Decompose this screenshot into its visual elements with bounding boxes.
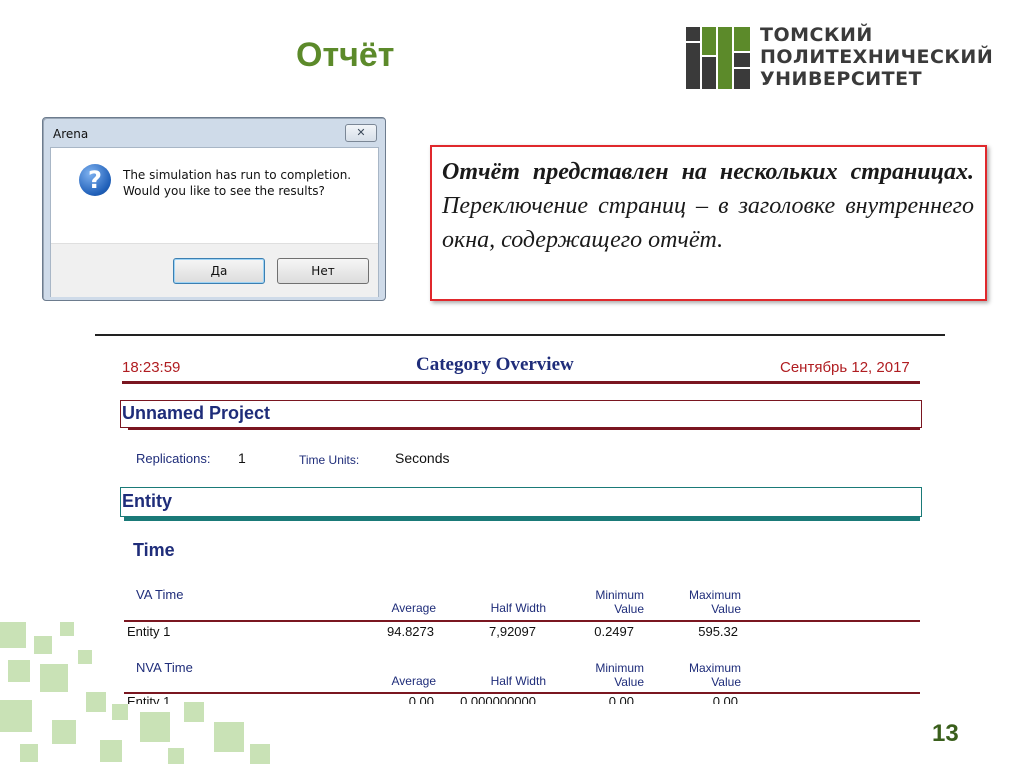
entity-rule — [124, 517, 920, 521]
entity-heading: Entity — [122, 491, 173, 511]
col-minimum-header: Minimum Value — [595, 661, 644, 689]
page-number: 13 — [932, 720, 959, 747]
col-half-width-header: Half Width — [490, 601, 546, 615]
report-title: Category Overview — [416, 354, 574, 375]
report-time: 18:23:59 — [122, 359, 181, 376]
time-units-label: Time Units: — [299, 453, 360, 467]
row-maximum: 595.32 — [698, 624, 738, 639]
row-average: 94.8273 — [387, 624, 434, 639]
replications-value: 1 — [238, 450, 246, 466]
row-half-width: 0.000000000 — [460, 694, 536, 704]
row-name: Entity 1 — [127, 624, 171, 639]
report-date: Сентябрь 12, 2017 — [780, 359, 910, 376]
col-average-header: Average — [391, 601, 436, 615]
row-name: Entity 1 — [127, 694, 171, 704]
col-half-width-header: Half Width — [490, 674, 546, 688]
project-rule — [128, 427, 920, 430]
section-label: VA Time — [136, 587, 184, 602]
report-header-rule — [122, 381, 920, 384]
row-rule — [124, 620, 920, 622]
row-maximum: 0.00 — [712, 694, 738, 704]
report-region: 18:23:59 Category Overview Сентябрь 12, … — [0, 0, 1024, 704]
col-minimum-header: Minimum Value — [595, 588, 644, 616]
replications-label: Replications: — [136, 451, 211, 466]
row-minimum: 0.00 — [608, 694, 634, 704]
time-heading: Time — [133, 540, 175, 560]
row-half-width: 7,92097 — [489, 624, 536, 639]
time-units-value: Seconds — [395, 450, 450, 466]
row-average: 0.00 — [408, 694, 434, 704]
col-maximum-header: Maximum Value — [688, 661, 741, 689]
project-name: Unnamed Project — [122, 403, 271, 423]
col-average-header: Average — [391, 674, 436, 688]
section-label: NVA Time — [136, 660, 193, 675]
col-maximum-header: Maximum Value — [688, 588, 741, 616]
row-minimum: 0.2497 — [594, 624, 634, 639]
entity-header-box — [120, 487, 922, 517]
report-top-rule — [95, 334, 945, 336]
